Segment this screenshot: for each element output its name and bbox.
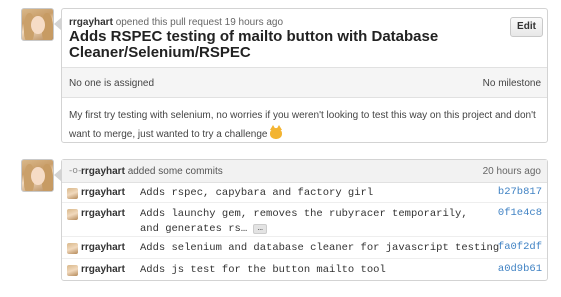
smiley-cat-icon (270, 125, 283, 139)
pull-request-title: Adds RSPEC testing of mailto button with… (69, 28, 439, 61)
pull-request-body-text: My first try testing with selenium, no w… (69, 110, 536, 140)
commit-message-text[interactable]: Adds launchy gem, removes the rubyracer … (140, 208, 468, 235)
commit-message[interactable]: Adds rspec, capybara and factory girl (140, 186, 480, 201)
avatar[interactable] (21, 8, 54, 41)
pull-request-info-bar: No one is assigned No milestone (62, 67, 547, 98)
commit-message: Adds launchy gem, removes the rubyracer … (140, 207, 480, 237)
expand-message-button[interactable]: … (253, 224, 267, 234)
actor-link[interactable]: rrgayhart (81, 166, 125, 177)
edit-button[interactable]: Edit (510, 17, 543, 37)
pull-request-header: rrgayhart opened this pull request 19 ho… (62, 9, 547, 67)
commits-event-action: added some commits (127, 166, 223, 177)
avatar[interactable] (21, 159, 54, 192)
commits-event-summary: rrgayhart added some commits (81, 166, 223, 177)
commit-row: rrgayhart Adds selenium and database cle… (62, 238, 547, 259)
milestone-status[interactable]: No milestone (483, 78, 541, 89)
commit-author-avatar[interactable] (67, 243, 78, 254)
commit-author[interactable]: rrgayhart (81, 187, 125, 198)
commit-sha[interactable]: a0d9b61 (498, 263, 542, 275)
commit-row: rrgayhart Adds rspec, capybara and facto… (62, 183, 547, 203)
commits-event-card: -o- rrgayhart added some commits 20 hour… (54, 159, 548, 281)
commit-author-avatar[interactable] (67, 188, 78, 199)
pull-request-body: My first try testing with selenium, no w… (69, 106, 539, 144)
commits-event-header: -o- rrgayhart added some commits 20 hour… (62, 160, 547, 183)
pull-request-card: rrgayhart opened this pull request 19 ho… (54, 8, 548, 144)
commit-author[interactable]: rrgayhart (81, 264, 125, 275)
commits-event-time: 20 hours ago (482, 166, 541, 177)
commit-author[interactable]: rrgayhart (81, 242, 125, 253)
commit-row: rrgayhart Adds js test for the button ma… (62, 260, 547, 281)
commit-author-avatar[interactable] (67, 209, 78, 220)
commit-message[interactable]: Adds selenium and database cleaner for j… (140, 241, 500, 256)
commit-author-avatar[interactable] (67, 265, 78, 276)
assignee-status[interactable]: No one is assigned (69, 78, 154, 89)
commit-sha[interactable]: 0f1e4c8 (498, 207, 542, 219)
commit-author[interactable]: rrgayhart (81, 208, 125, 219)
pull-request-meta-text: opened this pull request 19 hours ago (115, 17, 284, 28)
commit-message[interactable]: Adds js test for the button mailto tool (140, 263, 480, 278)
commit-sha[interactable]: fa0f2df (498, 241, 542, 253)
commit-sha[interactable]: b27b817 (498, 186, 542, 198)
commit-row: rrgayhart Adds launchy gem, removes the … (62, 204, 547, 237)
commit-icon: -o- (69, 166, 82, 176)
author-link[interactable]: rrgayhart (69, 17, 113, 28)
pull-request-meta: rrgayhart opened this pull request 19 ho… (69, 17, 283, 28)
